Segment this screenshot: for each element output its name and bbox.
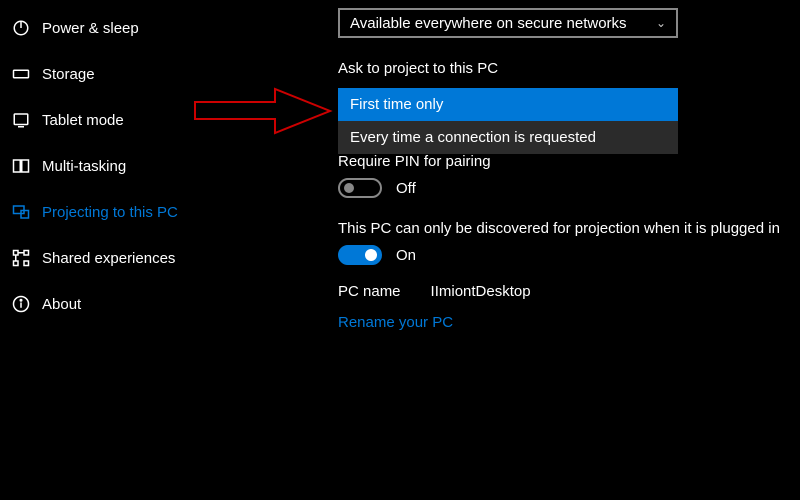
ask-option-label: First time only: [350, 96, 443, 113]
pc-name-label: PC name: [338, 283, 401, 300]
multitasking-icon: [10, 155, 32, 177]
sidebar-item-label: Multi-tasking: [42, 158, 126, 175]
tablet-icon: [10, 109, 32, 131]
shared-icon: [10, 247, 32, 269]
projecting-icon: [10, 201, 32, 223]
require-pin-toggle[interactable]: [338, 178, 382, 198]
require-pin-state: Off: [396, 180, 416, 197]
require-pin-label: Require PIN for pairing: [338, 153, 790, 170]
chevron-down-icon: ⌄: [656, 16, 666, 30]
info-icon: [10, 293, 32, 315]
rename-pc-link[interactable]: Rename your PC: [338, 314, 453, 331]
ask-project-dropdown: First time only Every time a connection …: [338, 88, 678, 154]
sidebar-item-about[interactable]: About: [0, 281, 240, 327]
discover-label: This PC can only be discovered for proje…: [338, 220, 790, 237]
ask-option-first-time[interactable]: First time only: [338, 88, 678, 121]
sidebar-item-projecting[interactable]: Projecting to this PC: [0, 189, 240, 235]
storage-icon: [10, 63, 32, 85]
sidebar-item-label: Storage: [42, 66, 95, 83]
settings-sidebar: Power & sleep Storage Tablet mode Multi-…: [0, 0, 240, 327]
discover-toggle[interactable]: [338, 245, 382, 265]
sidebar-item-power-sleep[interactable]: Power & sleep: [0, 5, 240, 51]
discover-state: On: [396, 247, 416, 264]
sidebar-item-storage[interactable]: Storage: [0, 51, 240, 97]
sidebar-item-label: Power & sleep: [42, 20, 139, 37]
power-icon: [10, 17, 32, 39]
ask-project-label: Ask to project to this PC: [338, 60, 790, 77]
main-panel: Available everywhere on secure networks …: [338, 8, 790, 331]
sidebar-item-tablet-mode[interactable]: Tablet mode: [0, 97, 240, 143]
sidebar-item-label: About: [42, 296, 81, 313]
sidebar-item-label: Shared experiences: [42, 250, 175, 267]
sidebar-item-shared-experiences[interactable]: Shared experiences: [0, 235, 240, 281]
availability-value: Available everywhere on secure networks: [350, 15, 627, 32]
sidebar-item-multitasking[interactable]: Multi-tasking: [0, 143, 240, 189]
sidebar-item-label: Projecting to this PC: [42, 204, 178, 221]
availability-dropdown[interactable]: Available everywhere on secure networks …: [338, 8, 678, 38]
ask-option-label: Every time a connection is requested: [350, 129, 596, 146]
sidebar-item-label: Tablet mode: [42, 112, 124, 129]
ask-option-every-time[interactable]: Every time a connection is requested: [338, 121, 678, 154]
pc-name-value: IImiontDesktop: [431, 283, 531, 300]
